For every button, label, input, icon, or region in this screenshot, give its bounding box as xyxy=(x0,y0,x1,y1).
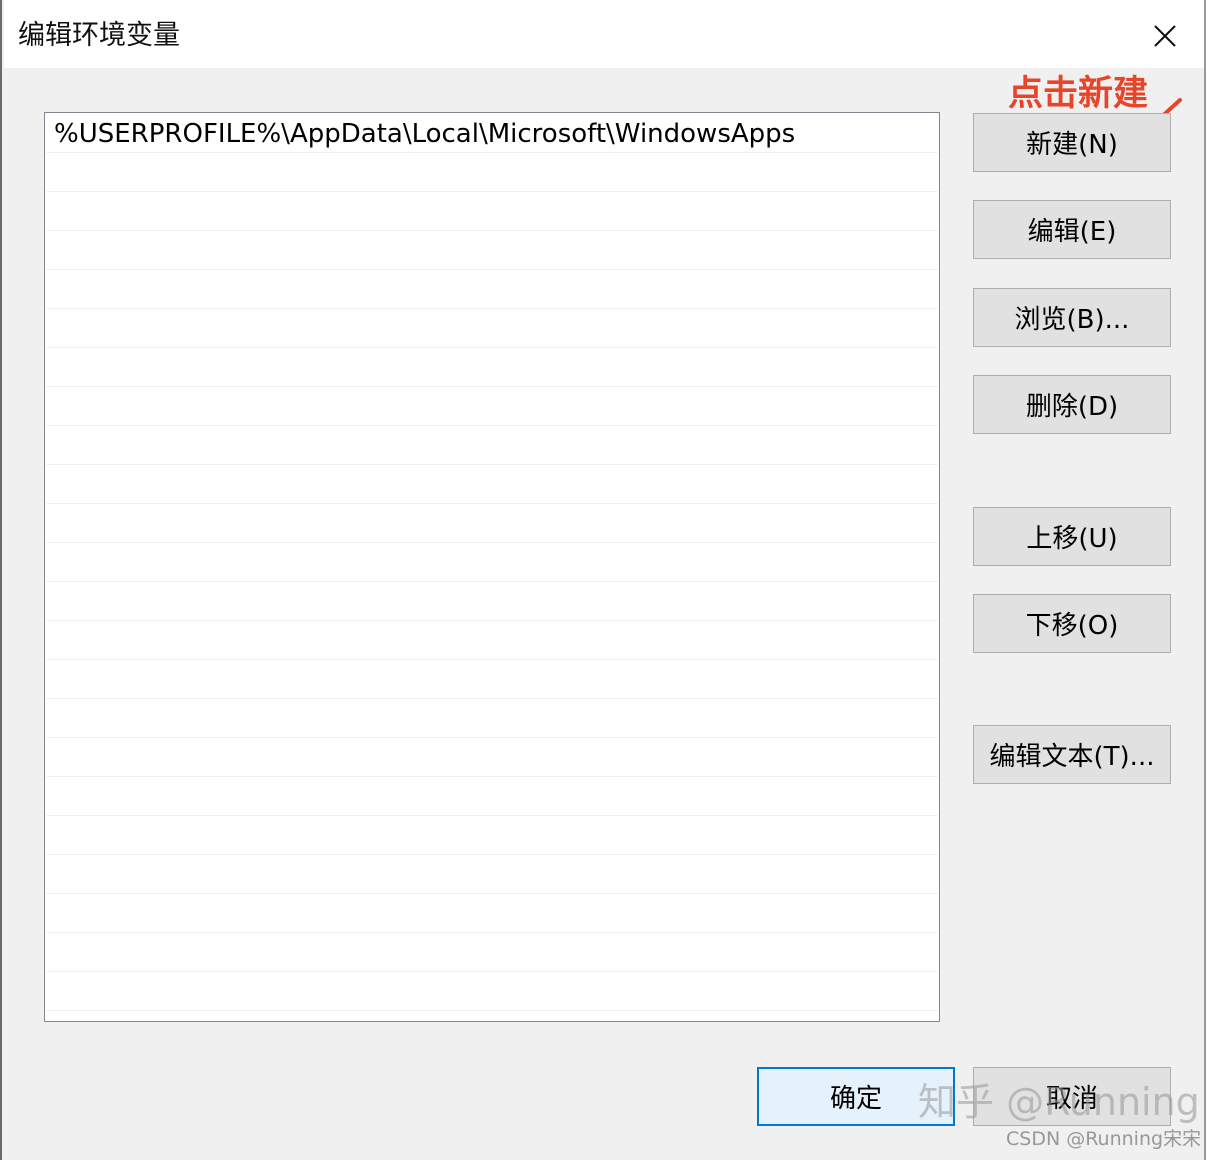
list-item-empty[interactable] xyxy=(46,270,938,309)
close-icon xyxy=(1154,25,1176,47)
list-item-empty[interactable] xyxy=(46,543,938,582)
close-button[interactable] xyxy=(1134,10,1194,60)
list-item-empty[interactable] xyxy=(46,621,938,660)
list-item-empty[interactable] xyxy=(46,894,938,933)
edit-text-button[interactable]: 编辑文本(T)... xyxy=(973,725,1171,784)
csdn-watermark: CSDN @Running宋宋 xyxy=(1006,1128,1202,1150)
list-item[interactable]: %USERPROFILE%\AppData\Local\Microsoft\Wi… xyxy=(46,114,938,153)
dialog-title: 编辑环境变量 xyxy=(18,20,180,51)
list-item-empty[interactable] xyxy=(46,855,938,894)
edit-env-variable-dialog: 编辑环境变量 %USERPROFILE%\AppData\Local\Micro… xyxy=(0,0,1206,1160)
edit-button[interactable]: 编辑(E) xyxy=(973,200,1171,259)
list-item-empty[interactable] xyxy=(46,426,938,465)
title-bar: 编辑环境变量 xyxy=(4,0,1204,68)
list-item-empty[interactable] xyxy=(46,465,938,504)
list-item-empty[interactable] xyxy=(46,348,938,387)
path-entries-list[interactable]: %USERPROFILE%\AppData\Local\Microsoft\Wi… xyxy=(44,112,940,1022)
list-item-text: %USERPROFILE%\AppData\Local\Microsoft\Wi… xyxy=(54,119,796,149)
list-item-empty[interactable] xyxy=(46,231,938,270)
list-item-empty[interactable] xyxy=(46,777,938,816)
move-down-button[interactable]: 下移(O) xyxy=(973,594,1171,653)
new-button[interactable]: 新建(N) xyxy=(973,113,1171,172)
browse-button[interactable]: 浏览(B)... xyxy=(973,288,1171,347)
list-item-empty[interactable] xyxy=(46,972,938,1011)
list-item-empty[interactable] xyxy=(46,660,938,699)
list-item-empty[interactable] xyxy=(46,504,938,543)
list-item-empty[interactable] xyxy=(46,192,938,231)
list-item-empty[interactable] xyxy=(46,582,938,621)
list-item-empty[interactable] xyxy=(46,816,938,855)
move-up-button[interactable]: 上移(U) xyxy=(973,507,1171,566)
list-item-empty[interactable] xyxy=(46,153,938,192)
list-item-empty[interactable] xyxy=(46,738,938,777)
zhihu-watermark: 知乎 @Running xyxy=(918,1080,1200,1124)
list-item-empty[interactable] xyxy=(46,699,938,738)
list-item-empty[interactable] xyxy=(46,387,938,426)
delete-button[interactable]: 删除(D) xyxy=(973,375,1171,434)
list-item-empty[interactable] xyxy=(46,933,938,972)
list-item-empty[interactable] xyxy=(46,309,938,348)
